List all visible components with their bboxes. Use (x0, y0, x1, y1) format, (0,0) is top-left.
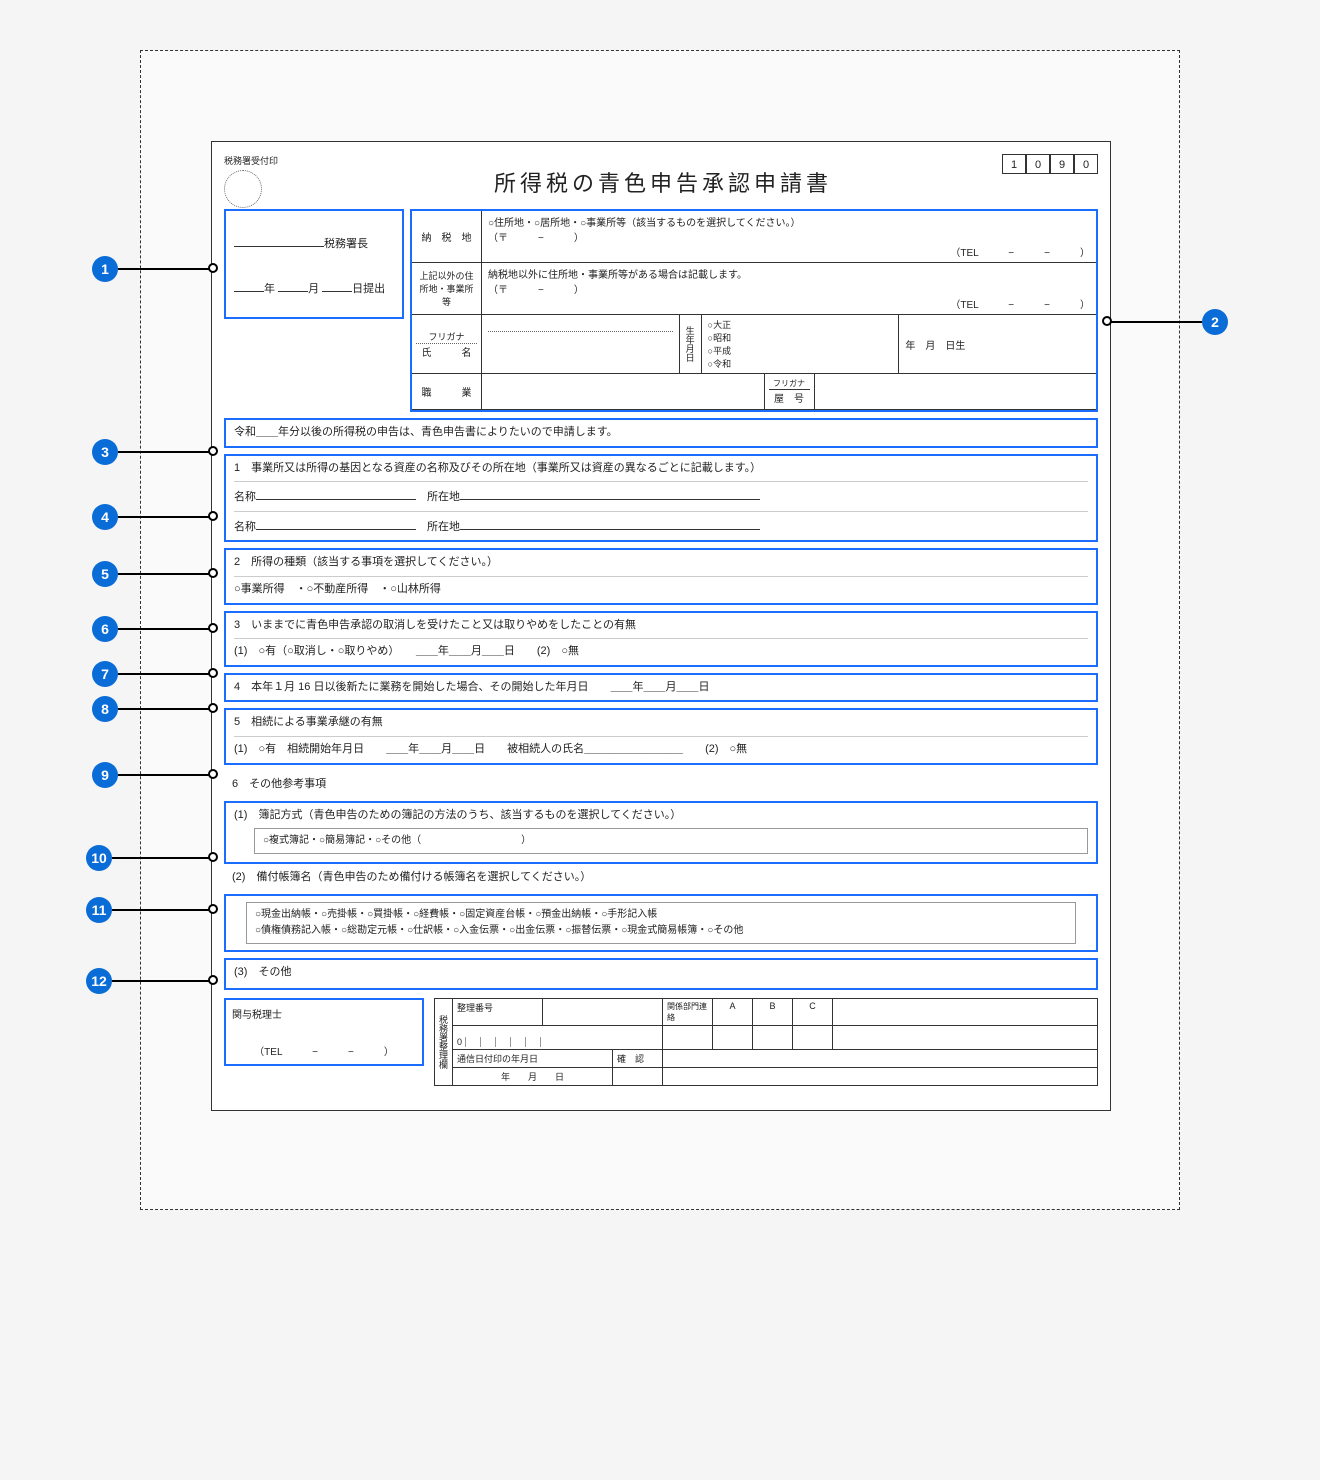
admin-table: 整理番号 関係部門連絡 A B C 0 (452, 998, 1098, 1086)
other-addr-label: 上記以外の住所地・事業所等 (412, 263, 482, 314)
code-digit: 1 (1002, 154, 1026, 174)
stamp-circle-icon (224, 170, 262, 208)
section-3: 令和＿＿年分以後の所得税の申告は、青色申告書によりたいので申請します。 (224, 418, 1098, 448)
callout-5: 5 (92, 561, 118, 587)
callout-10: 10 (86, 845, 112, 871)
section-6: 3 いままでに青色申告承認の取消しを受けたこと又は取りやめをしたことの有無 (1… (224, 611, 1098, 667)
stamp-area: 税務署受付印 (224, 154, 324, 208)
section-8: 5 相続による事業承継の有無 (1) ○有 相続開始年月日 ＿＿年＿＿月＿＿日 … (224, 708, 1098, 764)
section-10: ○現金出納帳・○売掛帳・○買掛帳・○経費帳・○固定資産台帳・○預金出納帳・○手形… (224, 894, 1098, 952)
code-digit: 9 (1050, 154, 1074, 174)
code-digit: 0 (1026, 154, 1050, 174)
callout-2: 2 (1202, 309, 1228, 335)
tax-accountant-block: 関与税理士 （TEL − − ） (224, 998, 424, 1066)
section-11: (3) その他 (224, 958, 1098, 990)
form-title: 所得税の青色申告承認申請書 (324, 166, 1002, 198)
document-outline: 税務署受付印 所得税の青色申告承認申請書 1 0 9 0 税務署長 年 月 日提… (140, 50, 1180, 1210)
office-suffix: 税務署長 (324, 238, 368, 250)
section-5: 2 所得の種類（該当する事項を選択してください。） ○事業所得 ・○不動産所得 … (224, 548, 1098, 604)
form-sheet: 税務署受付印 所得税の青色申告承認申請書 1 0 9 0 税務署長 年 月 日提… (211, 141, 1111, 1111)
callout-9: 9 (92, 762, 118, 788)
callout-7: 7 (92, 661, 118, 687)
tax-place-label: 納 税 地 (412, 211, 482, 262)
code-digit: 0 (1074, 154, 1098, 174)
section-7: 4 本年１月 16 日以後新たに業務を開始した場合、その開始した年月日 ＿＿年＿… (224, 673, 1098, 703)
callout-1: 1 (92, 256, 118, 282)
applicant-block: 納 税 地 ○住所地・○居所地・○事業所等（該当するものを選択してください。） … (410, 209, 1098, 412)
tax-office-block: 税務署長 年 月 日提出 (224, 209, 404, 319)
section-9: (1) 簿記方式（青色申告のための簿記の方法のうち、該当するものを選択してくださ… (224, 801, 1098, 865)
callout-4: 4 (92, 504, 118, 530)
section-6-head: 6 その他参考事項 (224, 771, 1098, 795)
stamp-label: 税務署受付印 (224, 156, 278, 166)
callout-6: 6 (92, 616, 118, 642)
callout-12: 12 (86, 968, 112, 994)
callout-3: 3 (92, 439, 118, 465)
callout-8: 8 (92, 696, 118, 722)
section-4: 1 事業所又は所得の基因となる資産の名称及びその所在地（事業所又は資産の異なるご… (224, 454, 1098, 543)
form-code: 1 0 9 0 (1002, 154, 1098, 174)
callout-11: 11 (86, 897, 112, 923)
